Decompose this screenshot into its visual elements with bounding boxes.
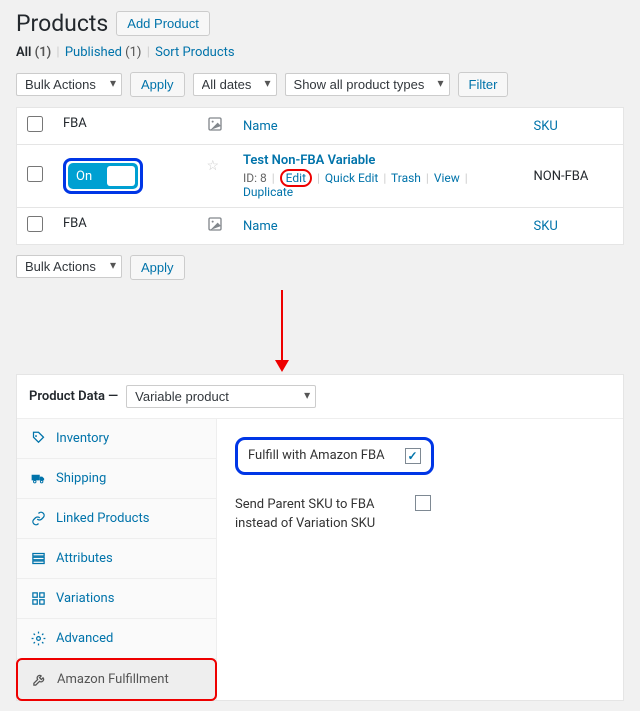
grid-icon: [31, 591, 46, 606]
apply-bulk-button-bottom[interactable]: Apply: [130, 255, 185, 280]
filter-published[interactable]: Published (1): [65, 45, 145, 60]
tab-inventory[interactable]: Inventory: [17, 419, 216, 459]
truck-icon: [31, 471, 46, 486]
image-column-icon: [207, 216, 223, 236]
bulk-actions-select-bottom[interactable]: Bulk Actions: [16, 255, 122, 278]
col-header-fba[interactable]: FBA: [63, 116, 87, 131]
send-parent-sku-label: Send Parent SKU to FBA instead of Variat…: [235, 495, 395, 534]
list-icon: [31, 551, 46, 566]
trash-link[interactable]: Trash: [391, 171, 421, 185]
sku-cell: NON-FBA: [524, 145, 624, 208]
featured-star-icon[interactable]: ☆: [206, 158, 219, 174]
col-footer-name[interactable]: Name: [243, 219, 278, 234]
link-icon: [31, 511, 46, 526]
product-type-select[interactable]: Variable product: [126, 385, 316, 408]
tab-linked-products[interactable]: Linked Products: [17, 499, 216, 539]
table-row: On ☆ Test Non-FBA Variable ID: 8 | Edit …: [17, 145, 624, 208]
product-data-tabs: Inventory Shipping Linked Products Attri…: [17, 419, 217, 700]
view-link[interactable]: View: [434, 171, 460, 185]
tab-attributes[interactable]: Attributes: [17, 539, 216, 579]
col-footer-sku[interactable]: SKU: [534, 219, 558, 234]
type-filter-select[interactable]: Show all product types: [285, 73, 450, 96]
view-filters: All (1) | Published (1) | Sort Products: [16, 45, 624, 60]
gear-icon: [31, 631, 46, 646]
product-title-link[interactable]: Test Non-FBA Variable: [243, 153, 375, 168]
tab-shipping[interactable]: Shipping: [17, 459, 216, 499]
tag-icon: [31, 431, 46, 446]
fba-toggle-highlight: On: [63, 158, 143, 194]
duplicate-link[interactable]: Duplicate: [243, 185, 293, 199]
quick-edit-link[interactable]: Quick Edit: [325, 171, 378, 185]
tab-advanced[interactable]: Advanced: [17, 619, 216, 659]
products-table: FBA Name SKU On ☆: [16, 107, 624, 245]
filter-button[interactable]: Filter: [458, 72, 509, 97]
bulk-actions-select[interactable]: Bulk Actions: [16, 73, 122, 96]
product-data-panel: Product Data — Variable product Inventor…: [16, 374, 624, 701]
fulfill-fba-label: Fulfill with Amazon FBA: [248, 446, 385, 466]
arrow-annotation: [281, 290, 283, 370]
image-column-icon: [207, 116, 223, 136]
select-all-checkbox[interactable]: [27, 116, 43, 132]
col-header-name[interactable]: Name: [243, 119, 278, 134]
row-checkbox[interactable]: [27, 166, 43, 182]
fulfill-fba-checkbox[interactable]: [405, 448, 421, 464]
fulfill-fba-highlight: Fulfill with Amazon FBA: [235, 437, 434, 475]
tab-variations[interactable]: Variations: [17, 579, 216, 619]
col-header-sku[interactable]: SKU: [534, 119, 558, 134]
fba-toggle[interactable]: On: [68, 163, 138, 189]
edit-link[interactable]: Edit: [286, 171, 306, 185]
page-title: Products: [16, 10, 108, 37]
tab-amazon-fulfillment[interactable]: Amazon Fulfillment: [16, 658, 217, 701]
apply-bulk-button[interactable]: Apply: [130, 72, 185, 97]
product-data-title: Product Data —: [29, 389, 118, 404]
send-parent-sku-checkbox[interactable]: [415, 495, 431, 511]
add-product-button[interactable]: Add Product: [116, 11, 210, 36]
col-footer-fba[interactable]: FBA: [63, 216, 87, 231]
select-all-checkbox-footer[interactable]: [27, 216, 43, 232]
date-filter-select[interactable]: All dates: [193, 73, 277, 96]
filter-all[interactable]: All (1): [16, 45, 54, 60]
sort-products-link[interactable]: Sort Products: [155, 45, 235, 60]
row-actions: ID: 8 | Edit | Quick Edit | Trash | View…: [243, 171, 514, 199]
wrench-icon: [32, 672, 47, 687]
